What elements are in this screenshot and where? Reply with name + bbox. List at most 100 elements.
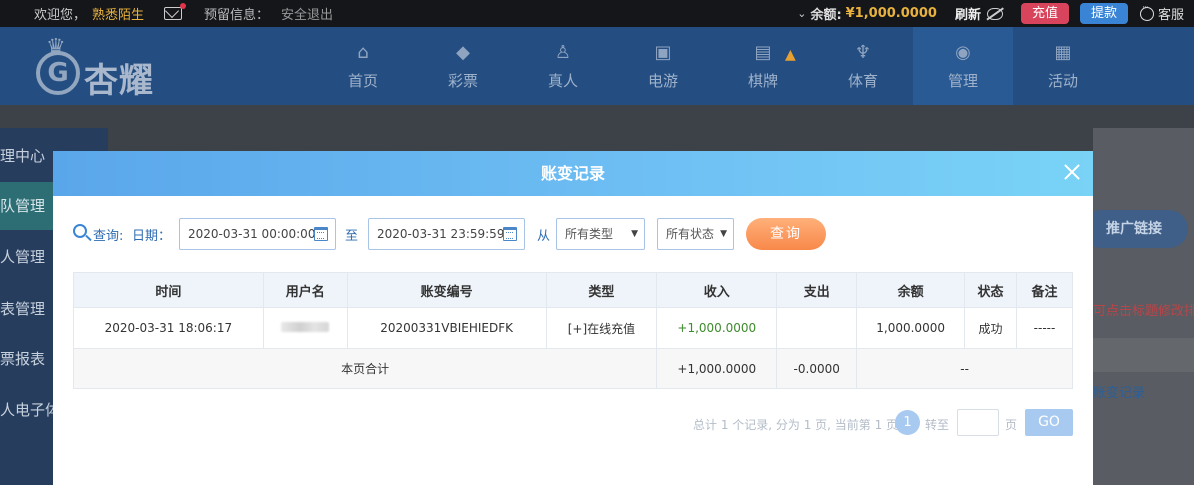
right-panel-row [1093,338,1194,372]
col-status[interactable]: 状态 [964,272,1018,308]
top-bar: 欢迎您， 熟悉陌生 预留信息： 安全退出 ⌄ 余额: ¥1,000.0000 刷… [0,0,1194,27]
calendar-icon[interactable] [314,227,328,241]
blurred-username [281,322,330,332]
col-income[interactable]: 收入 [656,272,778,308]
query-button[interactable]: 查询 [746,218,826,250]
table-row: 2020-03-31 18:06:17 20200331VBIEHIEDFK [… [73,307,1073,349]
page-unit-label: 页 [1005,418,1018,432]
end-date-value: 2020-03-31 23:59:59 [377,227,505,241]
promo-link-button[interactable]: 推广链接 [1082,210,1188,248]
cell-type: [+]在线充值 [545,307,658,349]
cell-income: +1,000.0000 [656,307,778,349]
cell-status: 成功 [964,307,1018,349]
col-expense[interactable]: 支出 [776,272,858,308]
total-row: 本页合计 +1,000.0000 -0.0000 -- [72,348,1073,389]
ticket-icon: ◆ [456,42,470,63]
nav-label: 体育 [847,72,878,90]
person-icon: ♙ [554,42,572,63]
nav-item-lottery[interactable]: ◆ 彩票 [413,27,513,105]
nav-label: 彩票 [447,72,478,90]
hide-balance-icon[interactable] [986,7,1003,20]
date-label: 日期： [132,229,172,244]
table-header-row: 时间 用户名 账变编号 类型 收入 支出 余额 状态 备注 [73,272,1073,308]
home-icon: ⌂ [357,42,369,63]
total-income: +1,000.0000 [656,348,778,389]
total-expense: -0.0000 [776,348,858,389]
recharge-button[interactable]: 充值 [1020,3,1069,24]
close-icon[interactable] [1060,160,1084,184]
page-number-input[interactable] [957,409,999,436]
from-label: 从 [537,229,551,244]
withdraw-button[interactable]: 提款 [1079,3,1128,24]
nav-label: 电游 [647,72,678,90]
col-note[interactable]: 备注 [1016,272,1073,308]
col-change-id[interactable]: 账变编号 [346,272,547,308]
col-balance[interactable]: 余额 [856,272,966,308]
total-rest: -- [856,348,1073,389]
sort-hint: 可点击标题修改排序 [1093,304,1194,319]
account-change-modal: 账变记录 查询: 日期： 2020-03-31 00:00:00 至 2020-… [53,151,1093,485]
col-username[interactable]: 用户名 [262,272,348,308]
unread-dot [180,3,187,9]
username[interactable]: 熟悉陌生 [92,4,144,23]
caret-down-icon: ▼ [720,229,727,239]
nav-label: 真人 [547,72,578,90]
nav-label: 活动 [1047,72,1078,90]
to-label: 至 [345,229,359,244]
start-date-value: 2020-03-31 00:00:00 [188,227,316,241]
cell-expense [776,307,858,349]
nav-item-chess[interactable]: ▤ ▲ 棋牌 [713,27,813,105]
mail-icon[interactable] [164,3,187,20]
welcome-text: 欢迎您， [34,8,87,23]
chevron-down-icon[interactable]: ⌄ [797,7,806,20]
cell-time: 2020-03-31 18:06:17 [73,307,264,349]
caret-down-icon: ▼ [631,229,638,239]
nav-item-events[interactable]: ▦ 活动 [1013,27,1113,105]
nav-item-egames[interactable]: ▣ 电游 [613,27,713,105]
nav-item-home[interactable]: ⌂ 首页 [313,27,413,105]
reserved-info-label: 预留信息： [204,8,270,23]
cards-icon: ▤ [754,42,772,63]
type-select[interactable]: 所有类型 ▼ [556,218,645,250]
cell-note: ----- [1016,307,1073,349]
query-label: 查询: [93,229,124,244]
customer-service-link[interactable]: 客服 [1158,4,1184,23]
goto-label: 转至 [925,418,950,432]
balance-value: ¥1,000.0000 [845,6,937,21]
records-table: 时间 用户名 账变编号 类型 收入 支出 余额 状态 备注 2020-03-31… [72,272,1073,389]
calendar-icon[interactable] [503,227,517,241]
status-select[interactable]: 所有状态 ▼ [657,218,734,250]
chat-icon[interactable] [1139,3,1154,21]
users-icon: ◉ [955,42,971,63]
nav-item-sports[interactable]: ♆ 体育 [813,27,913,105]
logo-text: 杏耀 [84,61,154,101]
hot-badge-icon: ▲ [785,47,796,63]
gift-icon: ▦ [1054,42,1072,63]
refresh-button[interactable]: 刷新 [955,4,981,23]
nav-item-manage[interactable]: ◉ 管理 [913,27,1013,105]
balance-label: 余额: [810,8,842,23]
start-date-input[interactable]: 2020-03-31 00:00:00 [179,218,336,250]
col-time[interactable]: 时间 [73,272,264,308]
slot-machine-icon: ▣ [654,42,672,63]
cell-balance: 1,000.0000 [856,307,966,349]
go-button[interactable]: GO [1025,409,1073,436]
nav-label: 管理 [947,72,978,90]
nav-label: 棋牌 [747,72,778,90]
logo-emblem: G [36,51,80,95]
nav-item-live[interactable]: ♙ 真人 [513,27,613,105]
cell-username [262,307,348,349]
account-change-link[interactable]: 账变记录 [1093,382,1145,401]
logout-link[interactable]: 安全退出 [281,4,333,23]
search-icon [73,224,87,238]
end-date-input[interactable]: 2020-03-31 23:59:59 [368,218,525,250]
trophy-icon: ♆ [854,42,872,63]
col-type[interactable]: 类型 [545,272,658,308]
logo[interactable]: ♛ G 杏耀 [32,35,182,101]
total-label: 本页合计 [72,348,658,389]
modal-title: 账变记录 [540,164,605,183]
type-select-value: 所有类型 [565,227,614,241]
nav-label: 首页 [347,72,378,90]
current-page-button[interactable]: 1 [895,410,920,435]
cell-change-id: 20200331VBIEHIEDFK [346,307,547,349]
